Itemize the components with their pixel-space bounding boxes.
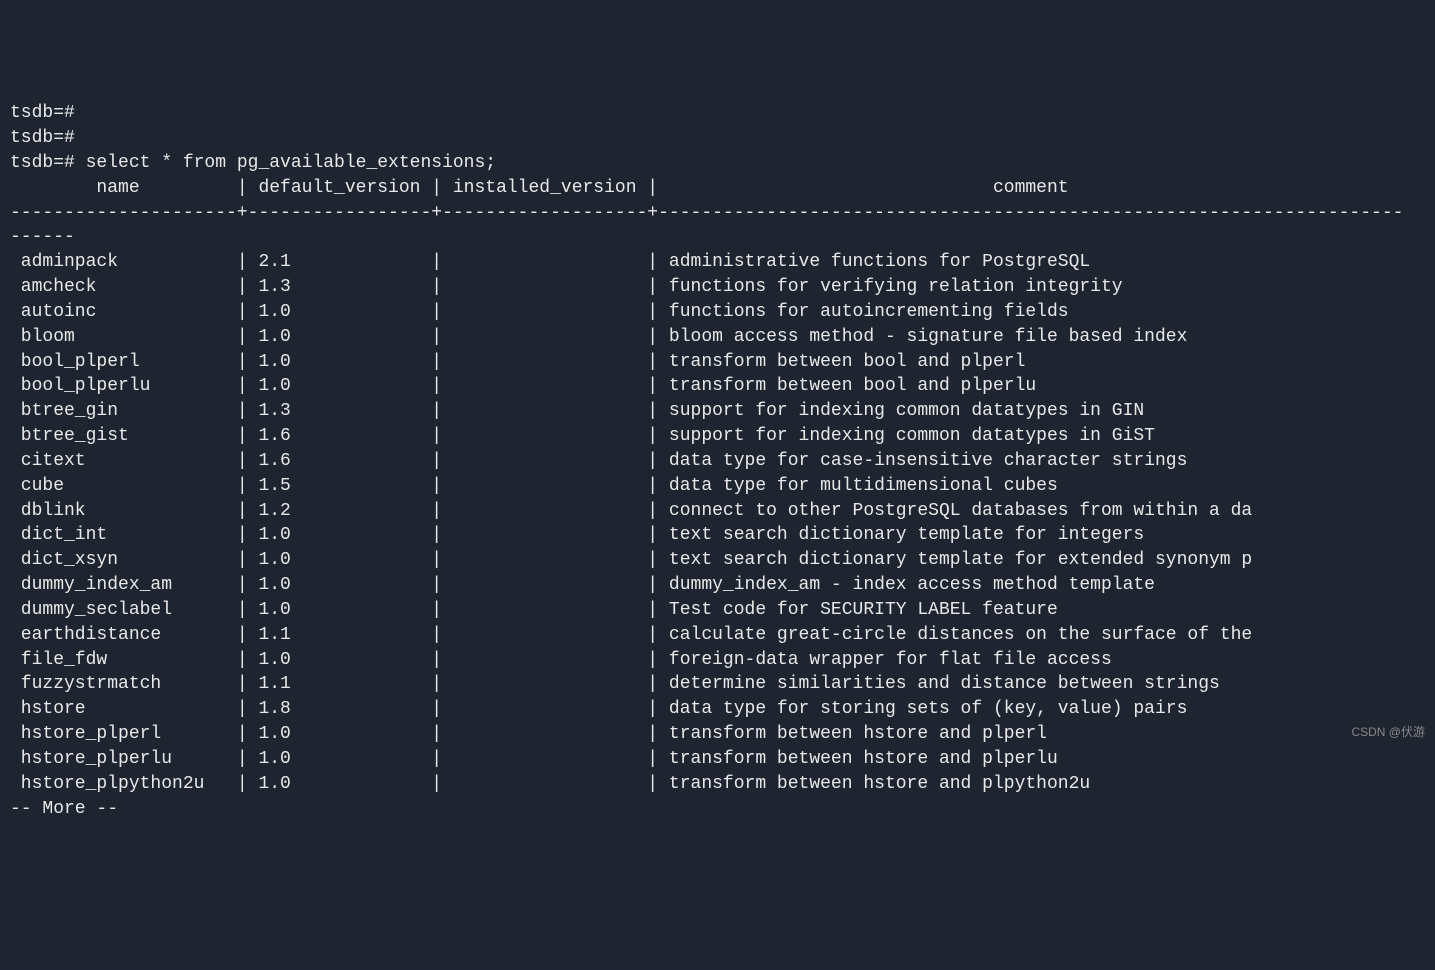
terminal-output[interactable]: tsdb=# tsdb=# tsdb=# select * from pg_av… <box>10 101 1435 821</box>
watermark: CSDN @伏游 <box>1351 724 1425 741</box>
